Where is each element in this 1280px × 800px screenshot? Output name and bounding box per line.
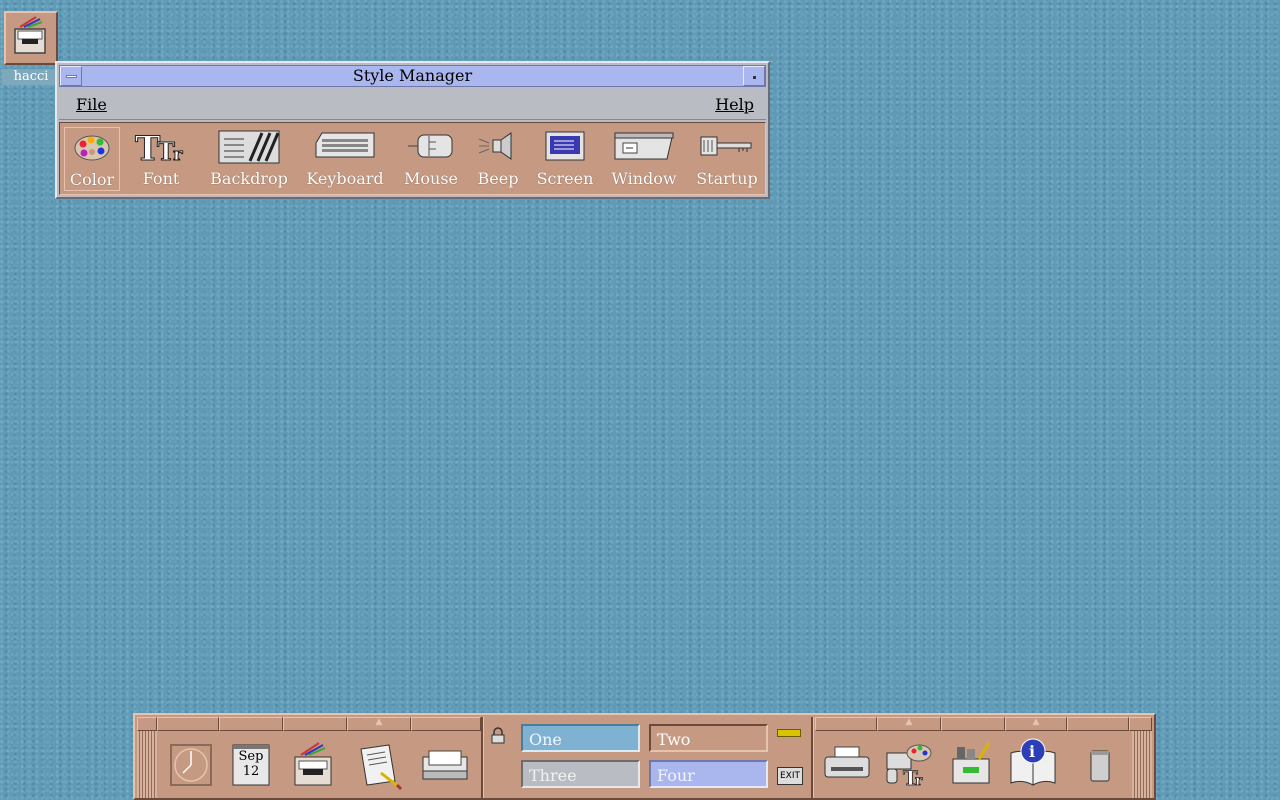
menu-help[interactable]: Help (715, 95, 754, 114)
tool-backdrop[interactable]: Backdrop (206, 127, 292, 191)
tool-startup[interactable]: Startup (692, 127, 762, 191)
tool-beep[interactable]: Beep (470, 127, 526, 191)
desktop-icon-home-folder[interactable]: hacci (2, 11, 60, 86)
busy-indicator (777, 729, 801, 737)
app-manager-icon (952, 742, 991, 784)
application-manager-control[interactable] (943, 737, 999, 795)
tool-label: Color (69, 170, 115, 189)
exit-button[interactable]: EXIT (777, 767, 803, 785)
trash-control[interactable] (1071, 737, 1127, 795)
style-manager-window: Style Manager File Help Color T T r Font… (55, 61, 770, 199)
monitor-icon (545, 131, 585, 161)
tool-label: Mouse (404, 169, 458, 188)
panel-minimize-button[interactable] (1129, 717, 1152, 731)
svg-text:i: i (1029, 742, 1035, 761)
tool-font[interactable]: T T r Font (128, 127, 194, 191)
file-manager-control[interactable] (285, 737, 341, 795)
window-titlebar[interactable]: Style Manager (59, 65, 766, 87)
panel-separator (481, 717, 484, 798)
front-panel: Sep 12 (133, 713, 1156, 800)
workspace-four-button[interactable]: Four (649, 760, 768, 788)
subpanel-strip[interactable] (815, 717, 877, 731)
mail-tray-icon (422, 750, 468, 780)
window-icon (614, 132, 674, 160)
clock-icon (170, 744, 212, 786)
style-manager-icon: T r (886, 744, 932, 790)
panel-separator (811, 717, 814, 798)
lock-button[interactable] (489, 727, 509, 747)
file-manager-icon (294, 742, 332, 786)
subpanel-strip[interactable] (411, 717, 481, 731)
style-toolbar: Color T T r Font Backdrop Keyboard Mouse… (59, 122, 766, 195)
svg-text:r: r (915, 773, 923, 789)
trash-can-icon (1090, 750, 1110, 782)
window-title: Style Manager (352, 66, 473, 85)
panel-menu-button[interactable] (137, 717, 157, 731)
help-book-icon: i (1010, 738, 1056, 786)
subpanel-strip[interactable] (941, 717, 1005, 731)
workspace-two-button[interactable]: Two (649, 724, 768, 752)
style-manager-control[interactable]: T r (881, 737, 937, 795)
subpanel-strip[interactable] (219, 717, 283, 731)
tool-label: Beep (477, 169, 519, 188)
subpanel-strip[interactable] (283, 717, 347, 731)
workspace-one-button[interactable]: One (521, 724, 640, 752)
lock-icon (491, 727, 505, 744)
tool-label: Font (142, 169, 180, 188)
mail-control[interactable] (417, 737, 473, 795)
panel-handle-left[interactable] (137, 731, 157, 798)
workspace-three-button[interactable]: Three (521, 760, 640, 788)
text-editor-control[interactable] (351, 737, 407, 795)
help-manager-control[interactable]: i (1005, 737, 1061, 795)
menu-bar: File Help (59, 89, 766, 120)
calendar-month: Sep (238, 749, 264, 764)
minimize-button[interactable] (743, 66, 765, 86)
mouse-icon (408, 134, 453, 158)
tool-mouse[interactable]: Mouse (398, 127, 464, 191)
tool-window[interactable]: Window (606, 127, 682, 191)
subpanel-up-arrow[interactable] (347, 717, 411, 731)
font-icon: T T r (135, 129, 184, 165)
palette-icon (74, 135, 110, 161)
printer-icon (824, 746, 870, 778)
subpanel-strip[interactable] (1067, 717, 1129, 731)
file-manager-icon (4, 11, 58, 65)
speaker-icon (478, 132, 512, 160)
tool-label: Startup (696, 169, 758, 188)
panel-handle-right[interactable] (1132, 731, 1152, 798)
calendar-control[interactable]: Sep 12 (223, 737, 279, 795)
key-icon (700, 136, 752, 156)
subpanel-up-arrow[interactable] (877, 717, 941, 731)
tool-label: Keyboard (306, 169, 384, 188)
subpanel-up-arrow[interactable] (1005, 717, 1067, 731)
tool-label: Backdrop (210, 169, 288, 188)
text-editor-icon (360, 744, 403, 791)
svg-text:r: r (173, 144, 183, 165)
window-menu-button[interactable] (60, 66, 82, 86)
tool-label: Window (611, 169, 677, 188)
menu-file[interactable]: File (76, 95, 107, 114)
calendar-day: 12 (242, 764, 260, 779)
printer-control[interactable] (819, 737, 875, 795)
tool-color[interactable]: Color (64, 127, 120, 191)
subpanel-strip[interactable] (157, 717, 219, 731)
keyboard-icon (315, 132, 375, 158)
tool-screen[interactable]: Screen (534, 127, 596, 191)
tool-label: Screen (536, 169, 594, 188)
desktop-icon-label: hacci (2, 69, 60, 85)
backdrop-icon (218, 130, 280, 164)
tool-keyboard[interactable]: Keyboard (302, 127, 388, 191)
clock-control[interactable] (163, 737, 219, 795)
